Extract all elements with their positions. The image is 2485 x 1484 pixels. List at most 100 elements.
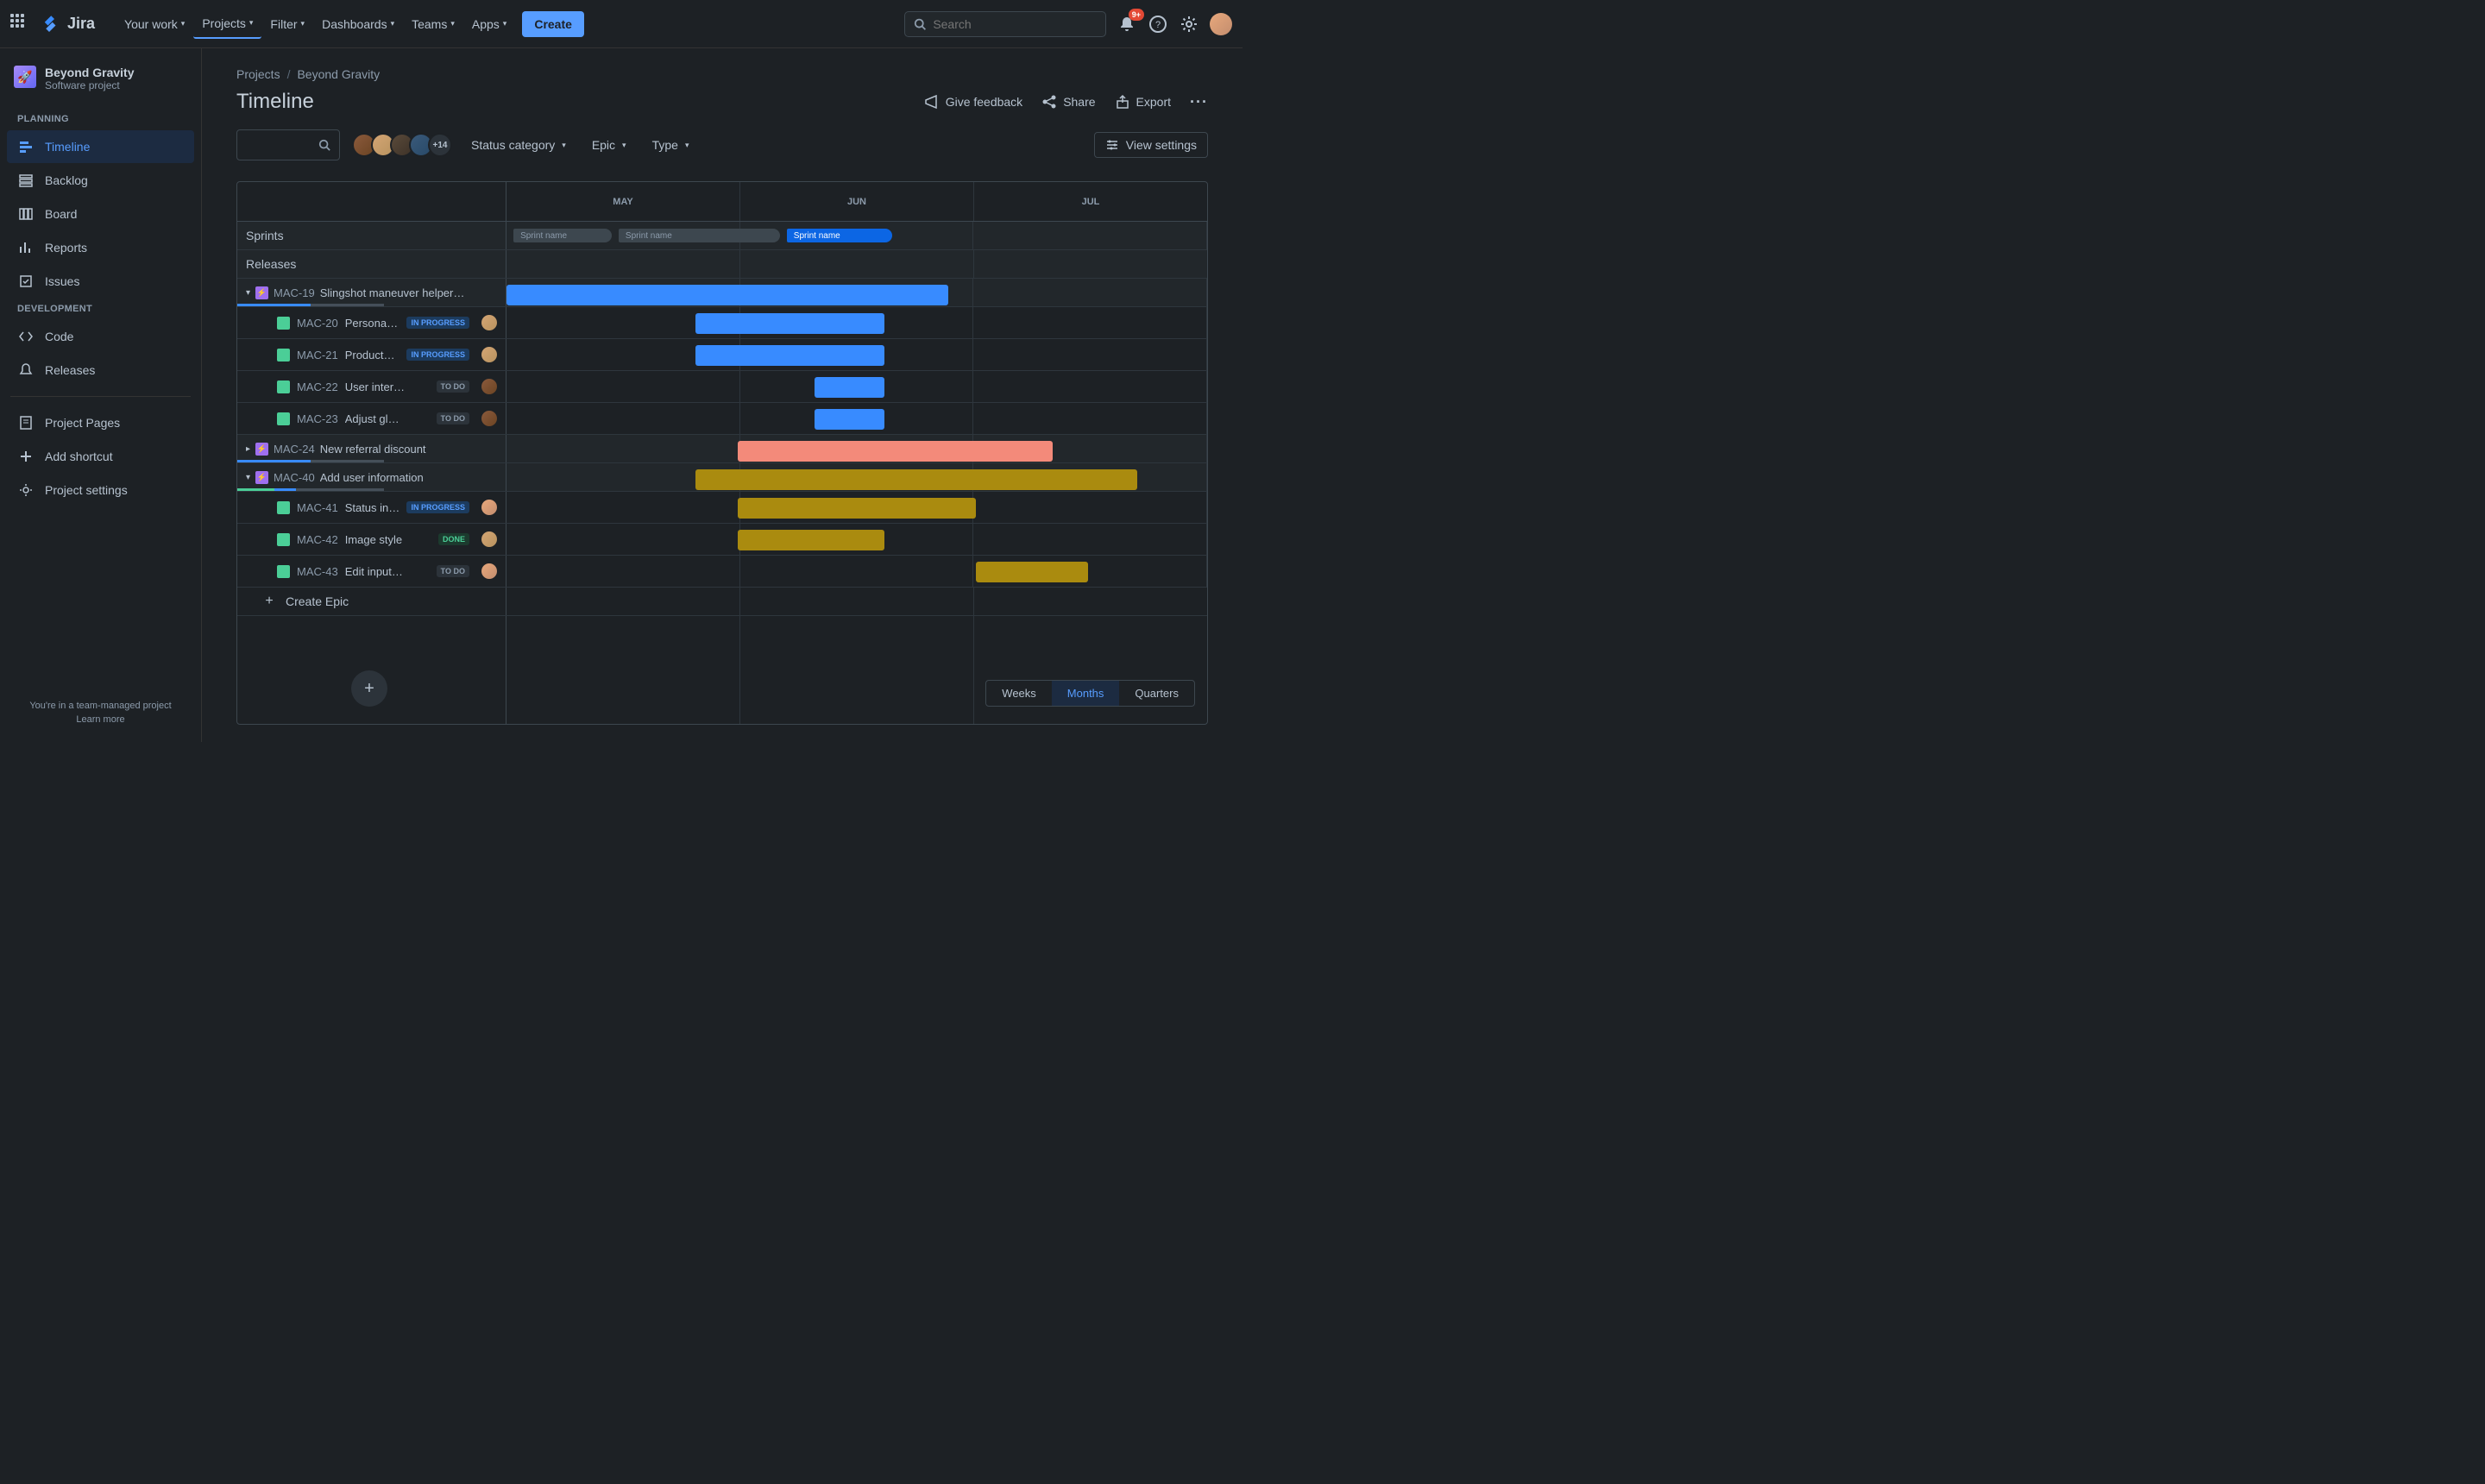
sprint-chip[interactable]: Sprint name — [513, 229, 612, 242]
zoom-quarters[interactable]: Quarters — [1119, 681, 1194, 706]
epic-bar[interactable] — [738, 441, 1053, 462]
epic-bar[interactable] — [695, 469, 1137, 490]
jira-logo[interactable]: Jira — [41, 14, 95, 35]
sidebar-issues[interactable]: Issues — [7, 265, 194, 298]
releases-icon — [17, 362, 35, 379]
zoom-weeks[interactable]: Weeks — [986, 681, 1052, 706]
sprint-chip-active[interactable]: Sprint name — [787, 229, 892, 242]
story-row[interactable]: MAC-41Status in…IN PROGRESS — [237, 492, 506, 523]
add-fab[interactable]: + — [351, 670, 387, 707]
story-icon — [277, 533, 290, 546]
assignee-avatar[interactable] — [481, 315, 497, 330]
story-row[interactable]: MAC-22User interactio…TO DO — [237, 371, 506, 402]
timeline-search[interactable] — [236, 129, 340, 160]
sidebar-add-shortcut[interactable]: Add shortcut — [7, 440, 194, 473]
assignee-avatar[interactable] — [481, 379, 497, 394]
assignee-avatar[interactable] — [481, 563, 497, 579]
story-icon — [277, 380, 290, 393]
crumb-project[interactable]: Beyond Gravity — [297, 67, 380, 81]
releases-row-label: Releases — [237, 250, 506, 278]
chevron-icon[interactable]: ▾ — [246, 288, 250, 298]
more-actions-button[interactable]: ··· — [1190, 93, 1208, 111]
help-icon[interactable]: ? — [1148, 14, 1168, 35]
story-row[interactable]: MAC-42Image styleDONE — [237, 524, 506, 555]
assignee-avatar[interactable] — [481, 411, 497, 426]
crumb-projects[interactable]: Projects — [236, 67, 280, 81]
project-settings-icon — [17, 481, 35, 499]
status-badge: IN PROGRESS — [406, 317, 469, 329]
project-header[interactable]: 🚀 Beyond Gravity Software project — [7, 66, 194, 109]
story-row[interactable]: MAC-43Edit input formTO DO — [237, 556, 506, 587]
main-content: Projects/Beyond Gravity Timeline Give fe… — [202, 48, 1242, 742]
epic-row[interactable]: ▾⚡MAC-19Slingshot maneuver helper… — [237, 279, 506, 306]
export-button[interactable]: Export — [1115, 94, 1171, 110]
create-epic-button[interactable]: +Create Epic — [237, 588, 506, 615]
story-bar[interactable] — [695, 345, 884, 366]
nav-teams[interactable]: Teams▾ — [403, 9, 463, 39]
assignee-filter[interactable]: +14 — [352, 133, 452, 157]
story-bar[interactable] — [815, 409, 884, 430]
sidebar-reports[interactable]: Reports — [7, 231, 194, 264]
story-row[interactable]: MAC-21Product…IN PROGRESS — [237, 339, 506, 370]
epic-row[interactable]: ▾⚡MAC-40Add user information — [237, 463, 506, 491]
story-row[interactable]: MAC-23Adjust global s…TO DO — [237, 403, 506, 434]
nav-projects[interactable]: Projects▾ — [193, 9, 261, 39]
story-icon — [277, 565, 290, 578]
assignee-avatar[interactable] — [481, 347, 497, 362]
sidebar-backlog[interactable]: Backlog — [7, 164, 194, 197]
epic-bar[interactable] — [506, 285, 948, 305]
sprint-chip[interactable]: Sprint name — [619, 229, 780, 242]
zoom-months[interactable]: Months — [1052, 681, 1120, 706]
status-filter[interactable]: Status category▾ — [464, 133, 573, 157]
epic-filter[interactable]: Epic▾ — [585, 133, 633, 157]
sprints-row-label: Sprints — [237, 222, 506, 249]
sidebar-releases[interactable]: Releases — [7, 354, 194, 387]
nav-apps[interactable]: Apps▾ — [463, 9, 515, 39]
type-filter[interactable]: Type▾ — [645, 133, 696, 157]
sidebar-code[interactable]: Code — [7, 320, 194, 353]
sidebar-project-pages[interactable]: Project Pages — [7, 406, 194, 439]
nav-filter[interactable]: Filter▾ — [261, 9, 313, 39]
timeline-icon — [17, 138, 35, 155]
board-icon — [17, 205, 35, 223]
story-bar[interactable] — [976, 562, 1088, 582]
story-row[interactable]: MAC-20Persona…IN PROGRESS — [237, 307, 506, 338]
learn-more-link[interactable]: Learn more — [14, 714, 187, 725]
settings-icon[interactable] — [1179, 14, 1199, 35]
story-icon — [277, 349, 290, 362]
chevron-icon[interactable]: ▾ — [246, 473, 250, 482]
story-icon — [277, 501, 290, 514]
story-bar[interactable] — [695, 313, 884, 334]
project-pages-icon — [17, 414, 35, 431]
sidebar-board[interactable]: Board — [7, 198, 194, 230]
reports-icon — [17, 239, 35, 256]
sidebar-timeline[interactable]: Timeline — [7, 130, 194, 163]
nav-your-work[interactable]: Your work▾ — [116, 9, 193, 39]
section-planning: PLANNING — [7, 109, 194, 129]
assignee-avatar[interactable] — [481, 531, 497, 547]
svg-text:?: ? — [1155, 20, 1161, 30]
epic-icon: ⚡ — [255, 286, 268, 299]
story-bar[interactable] — [815, 377, 884, 398]
nav-dashboards[interactable]: Dashboards▾ — [313, 9, 403, 39]
give-feedback-button[interactable]: Give feedback — [924, 94, 1023, 110]
story-bar[interactable] — [738, 530, 885, 550]
story-bar[interactable] — [738, 498, 976, 519]
profile-avatar[interactable] — [1210, 13, 1232, 35]
search-input[interactable] — [933, 17, 1097, 31]
assignee-avatar[interactable] — [481, 500, 497, 515]
global-search[interactable] — [904, 11, 1106, 37]
create-button[interactable]: Create — [522, 11, 584, 37]
status-badge: TO DO — [437, 565, 469, 577]
page-title: Timeline — [236, 90, 314, 114]
app-switcher-icon[interactable] — [10, 14, 31, 35]
status-badge: DONE — [438, 533, 469, 545]
notifications-icon[interactable]: 9+ — [1117, 14, 1137, 35]
project-name: Beyond Gravity — [45, 66, 134, 79]
sidebar-project-settings[interactable]: Project settings — [7, 474, 194, 506]
view-settings-button[interactable]: View settings — [1094, 132, 1208, 158]
epic-row[interactable]: ▸⚡MAC-24New referral discount — [237, 435, 506, 462]
share-button[interactable]: Share — [1041, 94, 1095, 110]
month-column: MAY — [506, 182, 740, 221]
chevron-icon[interactable]: ▸ — [246, 444, 250, 454]
